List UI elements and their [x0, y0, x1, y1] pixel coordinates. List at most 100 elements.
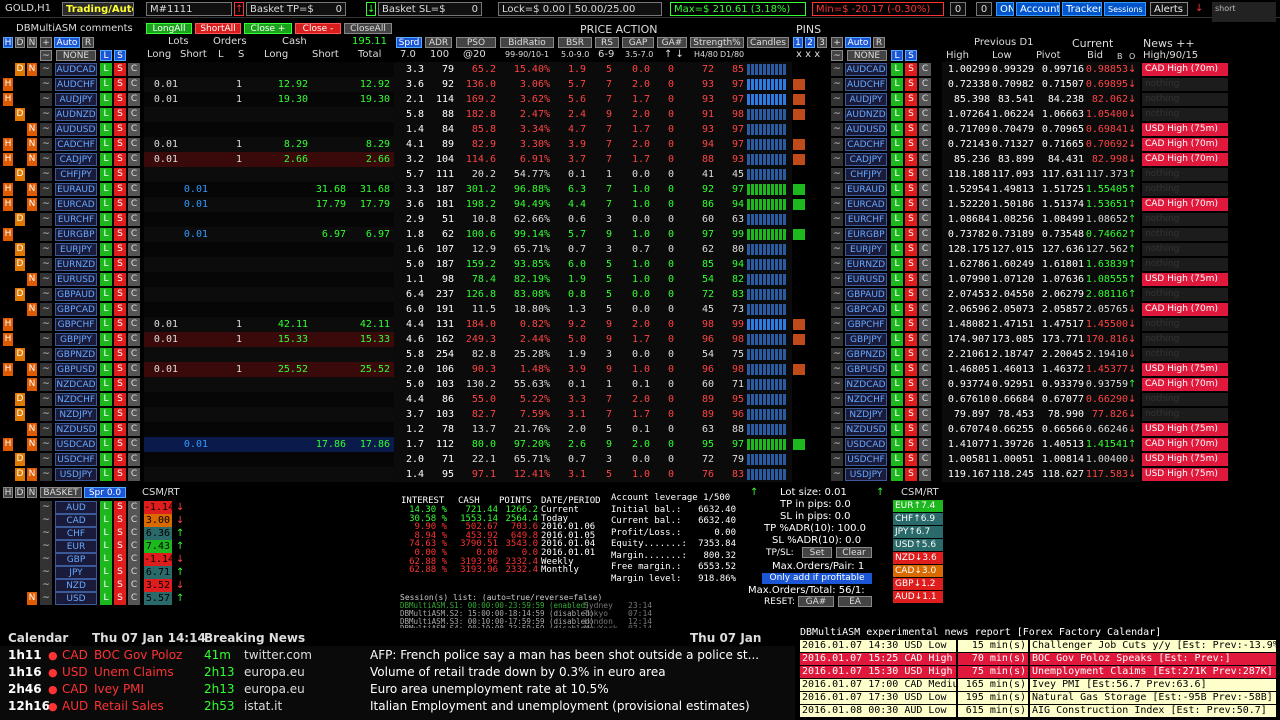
- l-sort[interactable]: L: [100, 50, 112, 61]
- sell-button[interactable]: S: [114, 288, 126, 301]
- sell-button[interactable]: S: [114, 228, 126, 241]
- pin-symbol-button[interactable]: EURCAD: [845, 198, 887, 211]
- on-toggle[interactable]: ON: [996, 2, 1014, 16]
- sell-button[interactable]: S: [114, 63, 126, 76]
- news-flag[interactable]: N: [27, 378, 37, 391]
- pin-close-button[interactable]: C: [919, 333, 931, 346]
- news-badge[interactable]: nothing: [1142, 258, 1228, 271]
- pin-row-toggle[interactable]: ~: [831, 93, 843, 106]
- pin-sell-button[interactable]: S: [905, 93, 917, 106]
- row-toggle[interactable]: ~: [40, 138, 52, 151]
- symbol-button[interactable]: EURJPY: [55, 243, 97, 256]
- symbol-button[interactable]: EURGBP: [55, 228, 97, 241]
- pin-close-button[interactable]: C: [919, 228, 931, 241]
- close-button[interactable]: C: [128, 168, 140, 181]
- row-toggle[interactable]: ~: [40, 108, 52, 121]
- news-badge[interactable]: nothing: [1142, 183, 1228, 196]
- pin-sell-button[interactable]: S: [905, 468, 917, 481]
- hedge-flag[interactable]: H: [3, 198, 13, 211]
- calendar-event[interactable]: Retail Sales: [94, 698, 164, 715]
- symbol-button[interactable]: GBPJPY: [55, 333, 97, 346]
- pin-row-toggle[interactable]: ~: [831, 258, 843, 271]
- pin-buy-button[interactable]: L: [891, 168, 903, 181]
- symbol-button[interactable]: USDJPY: [55, 468, 97, 481]
- news-flag[interactable]: N: [27, 63, 37, 76]
- news-badge[interactable]: nothing: [1142, 213, 1228, 226]
- close-button[interactable]: C: [128, 198, 140, 211]
- pin-row-toggle[interactable]: ~: [831, 243, 843, 256]
- hedge-flag[interactable]: H: [3, 363, 13, 376]
- sell-button[interactable]: S: [114, 243, 126, 256]
- news-source[interactable]: europa.eu: [244, 681, 305, 698]
- close-button[interactable]: C: [128, 108, 140, 121]
- news-badge[interactable]: nothing: [1142, 288, 1228, 301]
- pin-symbol-button[interactable]: EURCHF: [845, 213, 887, 226]
- close-button[interactable]: C: [128, 153, 140, 166]
- pin-buy-button[interactable]: L: [891, 363, 903, 376]
- pin-plus-button[interactable]: +: [831, 37, 843, 48]
- symbol-button[interactable]: AUDCHF: [55, 78, 97, 91]
- hedge-flag[interactable]: H: [3, 438, 13, 451]
- news-badge[interactable]: USD High (75m): [1142, 468, 1228, 481]
- pin-buy-button[interactable]: L: [891, 348, 903, 361]
- buy-button[interactable]: L: [100, 138, 112, 151]
- symbol-button[interactable]: NZDCHF: [55, 393, 97, 406]
- pin-close-button[interactable]: C: [919, 273, 931, 286]
- row-toggle[interactable]: ~: [40, 378, 52, 391]
- row-toggle[interactable]: ~: [40, 258, 52, 271]
- daily-flag[interactable]: D: [15, 213, 25, 226]
- pin-none-filter[interactable]: NONE: [847, 50, 887, 61]
- hedge-flag[interactable]: H: [3, 78, 13, 91]
- daily-flag[interactable]: D: [15, 243, 25, 256]
- news-flag[interactable]: N: [27, 438, 37, 451]
- alerts-button[interactable]: Alerts: [1150, 2, 1188, 16]
- symbol-button[interactable]: EURUSD: [55, 273, 97, 286]
- daily-flag[interactable]: D: [15, 258, 25, 271]
- ff-event[interactable]: Natural Gas Storage [Est:-95B Prev:-58B]: [1030, 692, 1276, 704]
- symbol-button[interactable]: GBPAUD: [55, 288, 97, 301]
- pin-symbol-button[interactable]: GBPCAD: [845, 303, 887, 316]
- pin-symbol-button[interactable]: AUDCHF: [845, 78, 887, 91]
- news-headline[interactable]: Italian Employment and unemployment (pro…: [370, 698, 790, 715]
- pin-close-button[interactable]: C: [919, 198, 931, 211]
- pin-row-toggle[interactable]: ~: [831, 333, 843, 346]
- hedge-flag[interactable]: H: [3, 153, 13, 166]
- pin-sell-button[interactable]: S: [905, 123, 917, 136]
- pin-s-sort[interactable]: S: [905, 50, 917, 61]
- hedge-flag[interactable]: H: [3, 183, 13, 196]
- pin-sell-button[interactable]: S: [905, 303, 917, 316]
- calendar-event[interactable]: BOC Gov Poloz: [94, 647, 182, 664]
- row-toggle[interactable]: ~: [40, 393, 52, 406]
- pin-row-toggle[interactable]: ~: [831, 423, 843, 436]
- pin-symbol-button[interactable]: AUDCAD: [845, 63, 887, 76]
- pin-1-button[interactable]: 1: [793, 37, 803, 48]
- close-button[interactable]: C: [128, 318, 140, 331]
- sell-button[interactable]: S: [114, 183, 126, 196]
- daily-flag[interactable]: D: [15, 168, 25, 181]
- pin-sell-button[interactable]: S: [905, 198, 917, 211]
- pin-buy-button[interactable]: L: [891, 288, 903, 301]
- row-toggle[interactable]: ~: [40, 363, 52, 376]
- close-button[interactable]: C: [128, 78, 140, 91]
- pin-buy-button[interactable]: L: [891, 108, 903, 121]
- account-button[interactable]: Account: [1016, 2, 1060, 16]
- pin-row-toggle[interactable]: ~: [831, 78, 843, 91]
- pin-sell-button[interactable]: S: [905, 183, 917, 196]
- close-button[interactable]: C: [128, 93, 140, 106]
- pin-buy-button[interactable]: L: [891, 78, 903, 91]
- news-badge[interactable]: nothing: [1142, 78, 1228, 91]
- sessions-button[interactable]: Sessions: [1104, 2, 1146, 16]
- news-source[interactable]: twitter.com: [244, 647, 312, 664]
- hedge-flag[interactable]: H: [3, 333, 13, 346]
- symbol-button[interactable]: EURCAD: [55, 198, 97, 211]
- pin-row-toggle[interactable]: ~: [831, 288, 843, 301]
- news-badge[interactable]: USD High (75m): [1142, 453, 1228, 466]
- news-headline[interactable]: AFP: French police say a man has been sh…: [370, 647, 790, 664]
- pin-sell-button[interactable]: S: [905, 408, 917, 421]
- lock-field[interactable]: Lock=$ 0.00 | 50.00/25.00: [498, 2, 662, 16]
- pin-buy-button[interactable]: L: [891, 198, 903, 211]
- pin-sell-button[interactable]: S: [905, 78, 917, 91]
- row-toggle[interactable]: ~: [40, 123, 52, 136]
- news-flag[interactable]: N: [27, 468, 37, 481]
- news-badge[interactable]: nothing: [1142, 333, 1228, 346]
